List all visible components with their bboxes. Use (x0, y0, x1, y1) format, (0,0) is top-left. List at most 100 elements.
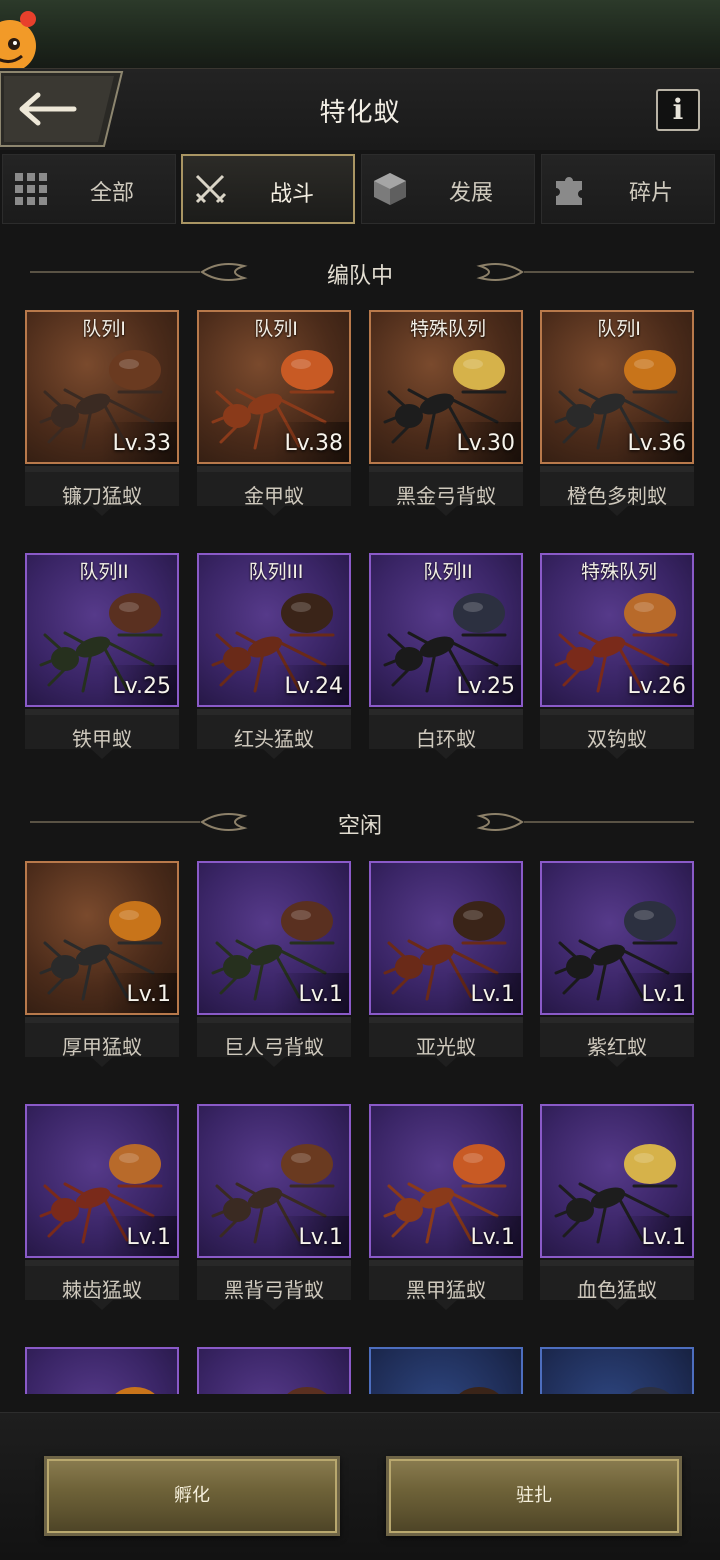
level-label: Lv.1 (126, 1225, 171, 1250)
category-tabs: 全部 战斗 发展 碎片 (0, 152, 720, 226)
ant-portrait-frame: Lv.1 (540, 861, 694, 1015)
level-label: Lv.25 (456, 674, 515, 699)
section-header-in-team: 编队中 (0, 256, 720, 290)
level-label: Lv.33 (112, 431, 171, 456)
ant-portrait-frame: 队列II Lv.25 (25, 553, 179, 707)
idle-ant-card[interactable]: Lv.1 黑背弓背蚁 (197, 1104, 353, 1320)
ant-portrait-frame (540, 1347, 694, 1394)
page-title: 特化蚁 (319, 98, 401, 128)
idle-ant-card[interactable] (197, 1347, 353, 1394)
grid-icon (15, 173, 47, 205)
ant-name: 亚光蚁 (416, 1035, 476, 1059)
ant-name: 厚甲猛蚁 (62, 1035, 142, 1059)
team-ant-card[interactable]: 队列II Lv.25 白环蚁 (369, 553, 525, 769)
level-label: Lv.38 (284, 431, 343, 456)
team-ant-card[interactable]: 特殊队列 Lv.30 黑金弓背蚁 (369, 310, 525, 526)
idle-ant-card[interactable]: Lv.1 黑甲猛蚁 (369, 1104, 525, 1320)
team-ant-card[interactable]: 队列III Lv.24 红头猛蚁 (197, 553, 353, 769)
level-label: Lv.1 (126, 982, 171, 1007)
level-label: Lv.24 (284, 674, 343, 699)
team-ant-card[interactable]: 特殊队列 Lv.26 双钩蚁 (540, 553, 696, 769)
ant-portrait-icon (287, 1387, 327, 1394)
idle-ant-card[interactable] (369, 1347, 525, 1394)
ant-portrait-frame (25, 1347, 179, 1394)
ant-portrait-frame: 队列III Lv.24 (197, 553, 351, 707)
queue-label: 队列I (597, 318, 641, 340)
ant-name: 黑背弓背蚁 (224, 1278, 324, 1302)
idle-ant-card[interactable]: Lv.1 巨人弓背蚁 (197, 861, 353, 1077)
ant-name: 棘齿猛蚁 (62, 1278, 142, 1302)
level-label: Lv.1 (641, 1225, 686, 1250)
level-label: Lv.1 (298, 1225, 343, 1250)
ant-name: 金甲蚁 (244, 484, 304, 508)
ant-portrait-frame: 队列II Lv.25 (369, 553, 523, 707)
idle-ant-card[interactable]: Lv.1 血色猛蚁 (540, 1104, 696, 1320)
ant-portrait-frame: Lv.1 (540, 1104, 694, 1258)
ant-name: 红头猛蚁 (234, 727, 314, 751)
level-label: Lv.1 (470, 982, 515, 1007)
ant-portrait-icon (459, 1387, 499, 1394)
ant-name: 双钩蚁 (587, 727, 647, 751)
idle-ant-card[interactable] (25, 1347, 181, 1394)
station-button[interactable]: 驻扎 (386, 1456, 682, 1536)
level-label: Lv.1 (298, 982, 343, 1007)
puzzle-piece-icon (556, 177, 582, 205)
ant-portrait-frame: 特殊队列 Lv.26 (540, 553, 694, 707)
queue-label: 特殊队列 (580, 561, 657, 583)
ant-name: 血色猛蚁 (577, 1278, 657, 1302)
ant-name: 铁甲蚁 (72, 727, 132, 751)
queue-label: 队列I (82, 318, 126, 340)
tab-all-label: 全部 (89, 181, 134, 206)
top-background (0, 0, 720, 70)
ant-portrait-frame (197, 1347, 351, 1394)
ornament-right-icon (476, 813, 694, 831)
section-header-idle: 空闲 (0, 806, 720, 840)
ant-portrait-frame: Lv.1 (25, 861, 179, 1015)
ant-portrait-icon (630, 1387, 670, 1394)
level-label: Lv.36 (627, 431, 686, 456)
ant-name: 橙色多刺蚁 (567, 484, 667, 508)
floating-mascot-icon[interactable] (0, 0, 46, 78)
tab-fragments-label: 碎片 (628, 181, 673, 206)
team-ant-card[interactable]: 队列I Lv.38 金甲蚁 (197, 310, 353, 526)
queue-label: 队列II (79, 561, 129, 583)
idle-ant-card[interactable]: Lv.1 紫红蚁 (540, 861, 696, 1077)
ant-portrait-frame: 队列I Lv.38 (197, 310, 351, 464)
ant-name: 黑甲猛蚁 (406, 1278, 486, 1302)
idle-ant-card[interactable]: Lv.1 厚甲猛蚁 (25, 861, 181, 1077)
ant-name: 巨人弓背蚁 (224, 1035, 324, 1059)
ant-portrait-frame: Lv.1 (197, 861, 351, 1015)
ant-portrait-icon (115, 1387, 155, 1394)
hatch-button[interactable]: 孵化 (44, 1456, 340, 1536)
idle-ant-card[interactable] (540, 1347, 696, 1394)
ant-portrait-frame (369, 1347, 523, 1394)
queue-label: 队列I (254, 318, 298, 340)
tab-development-label: 发展 (448, 181, 493, 206)
ant-name: 白环蚁 (416, 727, 476, 751)
ant-name: 紫红蚁 (587, 1035, 647, 1059)
team-ant-card[interactable]: 队列I Lv.36 橙色多刺蚁 (540, 310, 696, 526)
ant-portrait-frame: Lv.1 (369, 861, 523, 1015)
tab-combat[interactable]: 战斗 (181, 154, 355, 224)
team-ant-card[interactable]: 队列II Lv.25 铁甲蚁 (25, 553, 181, 769)
ornament-right-icon (476, 263, 694, 281)
ant-list-scroll-area[interactable]: 编队中 队列I Lv.33 镰刀猛蚁 队列I Lv.38 金甲蚁 特殊队列 Lv.30 黑金弓背… (0, 228, 720, 1394)
ant-name: 镰刀猛蚁 (62, 484, 142, 508)
level-label: Lv.30 (456, 431, 515, 456)
ant-portrait-frame: Lv.1 (369, 1104, 523, 1258)
level-label: Lv.26 (627, 674, 686, 699)
tab-all[interactable]: 全部 (2, 154, 176, 224)
team-ant-card[interactable]: 队列I Lv.33 镰刀猛蚁 (25, 310, 181, 526)
ant-portrait-frame: 特殊队列 Lv.30 (369, 310, 523, 464)
level-label: Lv.1 (641, 982, 686, 1007)
idle-ant-card[interactable]: Lv.1 亚光蚁 (369, 861, 525, 1077)
level-label: Lv.25 (112, 674, 171, 699)
ant-portrait-frame: Lv.1 (25, 1104, 179, 1258)
cube-icon (374, 173, 406, 205)
idle-ant-card[interactable]: Lv.1 棘齿猛蚁 (25, 1104, 181, 1320)
tab-development[interactable]: 发展 (361, 154, 535, 224)
queue-label: 队列III (248, 561, 304, 583)
level-label: Lv.1 (470, 1225, 515, 1250)
tab-fragments[interactable]: 碎片 (541, 154, 715, 224)
info-button[interactable]: i (656, 89, 700, 131)
